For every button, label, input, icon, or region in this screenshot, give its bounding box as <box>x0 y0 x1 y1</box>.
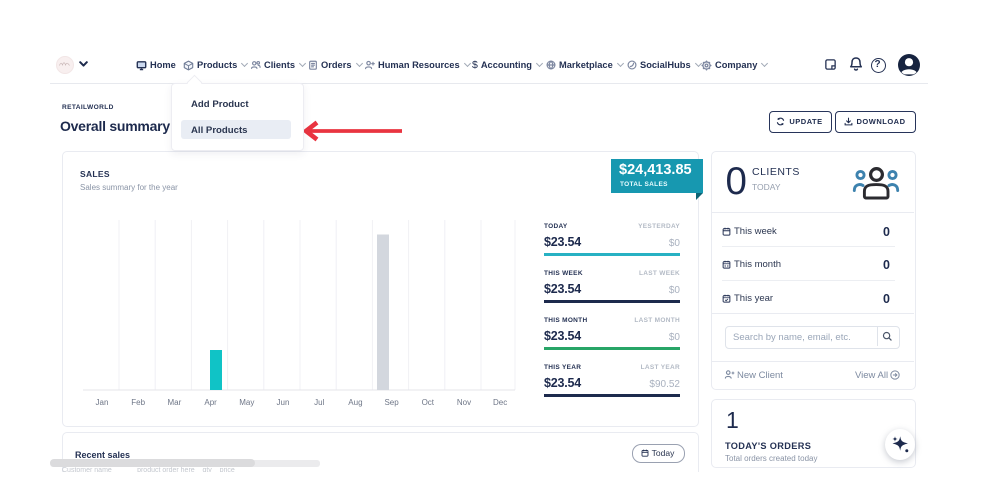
svg-text:Sep: Sep <box>384 398 399 407</box>
svg-text:Jun: Jun <box>277 398 290 407</box>
svg-text:Oct: Oct <box>422 398 435 407</box>
svg-text:May: May <box>239 398 254 407</box>
svg-text:Aug: Aug <box>348 398 362 407</box>
svg-text:Jul: Jul <box>314 398 324 407</box>
svg-text:Nov: Nov <box>457 398 471 407</box>
svg-text:Feb: Feb <box>131 398 145 407</box>
svg-text:Jan: Jan <box>96 398 109 407</box>
svg-text:Dec: Dec <box>493 398 507 407</box>
svg-text:Mar: Mar <box>168 398 182 407</box>
svg-text:Apr: Apr <box>204 398 217 407</box>
